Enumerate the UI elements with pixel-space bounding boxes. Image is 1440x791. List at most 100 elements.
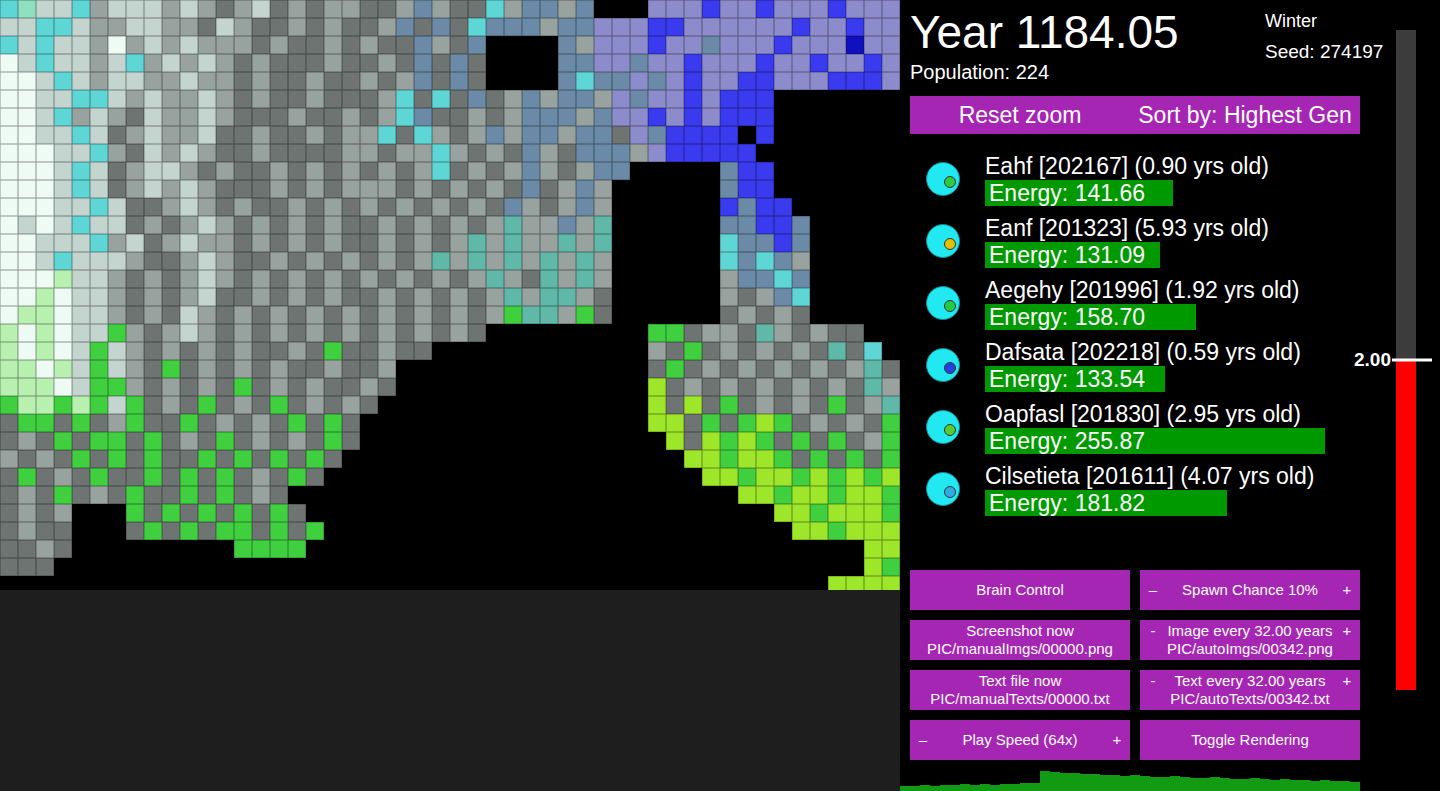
creature-name: Cilsetieta [201611] (4.07 yrs old): [985, 462, 1385, 490]
plus-button[interactable]: +: [1340, 672, 1354, 690]
map-tile: [846, 126, 864, 144]
map-tile: [828, 72, 846, 90]
map-tile: [576, 522, 594, 540]
map-tile: [414, 342, 432, 360]
map-tile: [882, 378, 900, 396]
map-tile: [162, 180, 180, 198]
map-tile: [666, 396, 684, 414]
map-tile: [774, 324, 792, 342]
creature-row[interactable]: Dafsata [202218] (0.59 yrs old)Energy: 1…: [900, 338, 1390, 392]
map-tile: [144, 36, 162, 54]
map-tile: [666, 252, 684, 270]
map-tile: [504, 540, 522, 558]
map-tile: [612, 270, 630, 288]
map-tile: [360, 576, 378, 590]
minus-button[interactable]: –: [1146, 581, 1160, 599]
map-tile: [306, 252, 324, 270]
map-tile: [522, 72, 540, 90]
control-button[interactable]: Brain Control: [910, 570, 1130, 610]
map-tile: [630, 144, 648, 162]
icon-box: [900, 348, 985, 382]
map-tile: [270, 162, 288, 180]
map-tile: [594, 252, 612, 270]
map-tile: [522, 522, 540, 540]
map-tile: [216, 180, 234, 198]
map-tile: [666, 414, 684, 432]
minus-button[interactable]: -: [1146, 672, 1160, 690]
map-tile: [414, 180, 432, 198]
top-button[interactable]: Reset zoom: [910, 96, 1130, 134]
plus-button[interactable]: +: [1340, 622, 1354, 640]
control-button[interactable]: Toggle Rendering: [1140, 720, 1360, 760]
map-tile: [558, 522, 576, 540]
map-tile: [216, 576, 234, 590]
creature-row[interactable]: Cilsetieta [201611] (4.07 yrs old)Energy…: [900, 462, 1390, 516]
map-tile: [396, 90, 414, 108]
map-tile: [198, 54, 216, 72]
minus-button[interactable]: -: [1146, 622, 1160, 640]
stepper-button[interactable]: -Text every 32.00 years+PIC/autoTexts/00…: [1140, 670, 1360, 710]
map-tile: [108, 144, 126, 162]
control-button[interactable]: Text file nowPIC/manualTexts/00000.txt: [910, 670, 1130, 710]
gauge-marker[interactable]: [1392, 359, 1432, 362]
map-tile: [540, 216, 558, 234]
map-tile: [810, 36, 828, 54]
top-button[interactable]: Sort by: Highest Gen: [1130, 96, 1360, 134]
map-tile: [54, 288, 72, 306]
map-tile: [36, 144, 54, 162]
map-tile: [288, 576, 306, 590]
map-tile: [486, 450, 504, 468]
map-tile: [882, 540, 900, 558]
plus-button[interactable]: +: [1340, 581, 1354, 599]
world-map[interactable]: [0, 0, 900, 590]
map-tile: [666, 522, 684, 540]
minus-button[interactable]: –: [916, 731, 930, 749]
creature-row[interactable]: Aegehy [201996] (1.92 yrs old)Energy: 15…: [900, 276, 1390, 330]
map-tile: [144, 468, 162, 486]
creature-row[interactable]: Oapfasl [201830] (2.95 yrs old)Energy: 2…: [900, 400, 1390, 454]
map-tile: [450, 18, 468, 36]
map-tile: [252, 18, 270, 36]
map-tile: [720, 126, 738, 144]
map-tile: [0, 306, 18, 324]
map-tile: [378, 72, 396, 90]
map-tile: [324, 36, 342, 54]
map-tile: [144, 432, 162, 450]
map-tile: [720, 504, 738, 522]
button-label: Text file now: [910, 672, 1130, 690]
map-tile: [612, 324, 630, 342]
map-tile: [522, 432, 540, 450]
control-button[interactable]: Screenshot nowPIC/manualImgs/00000.png: [910, 620, 1130, 660]
map-tile: [594, 90, 612, 108]
map-tile: [504, 18, 522, 36]
plus-button[interactable]: +: [1110, 731, 1124, 749]
stepper-button[interactable]: –Play Speed (64x)+: [910, 720, 1130, 760]
map-tile: [540, 270, 558, 288]
map-tile: [432, 54, 450, 72]
stepper-button[interactable]: -Image every 32.00 years+PIC/autoImgs/00…: [1140, 620, 1360, 660]
chart-bar: [1040, 771, 1050, 791]
map-tile: [378, 342, 396, 360]
map-tile: [450, 270, 468, 288]
stepper-button[interactable]: –Spawn Chance 10%+: [1140, 570, 1360, 610]
map-tile: [180, 522, 198, 540]
map-tile: [720, 540, 738, 558]
map-tile: [198, 486, 216, 504]
creature-row[interactable]: Eanf [201323] (5.93 yrs old)Energy: 131.…: [900, 214, 1390, 268]
seed-label: Seed: 274197: [1265, 40, 1390, 64]
map-tile: [270, 396, 288, 414]
creature-row[interactable]: Eahf [202167] (0.90 yrs old)Energy: 141.…: [900, 152, 1390, 206]
map-tile: [378, 288, 396, 306]
gauge[interactable]: 2.00: [1396, 30, 1416, 690]
map-tile: [450, 126, 468, 144]
map-tile: [774, 522, 792, 540]
map-tile: [36, 540, 54, 558]
map-tile: [432, 144, 450, 162]
map-tile: [720, 414, 738, 432]
map-tile: [162, 468, 180, 486]
map-tile: [792, 306, 810, 324]
map-tile: [198, 216, 216, 234]
creature-name: Dafsata [202218] (0.59 yrs old): [985, 338, 1385, 366]
map-tile: [144, 306, 162, 324]
map-tile: [360, 180, 378, 198]
